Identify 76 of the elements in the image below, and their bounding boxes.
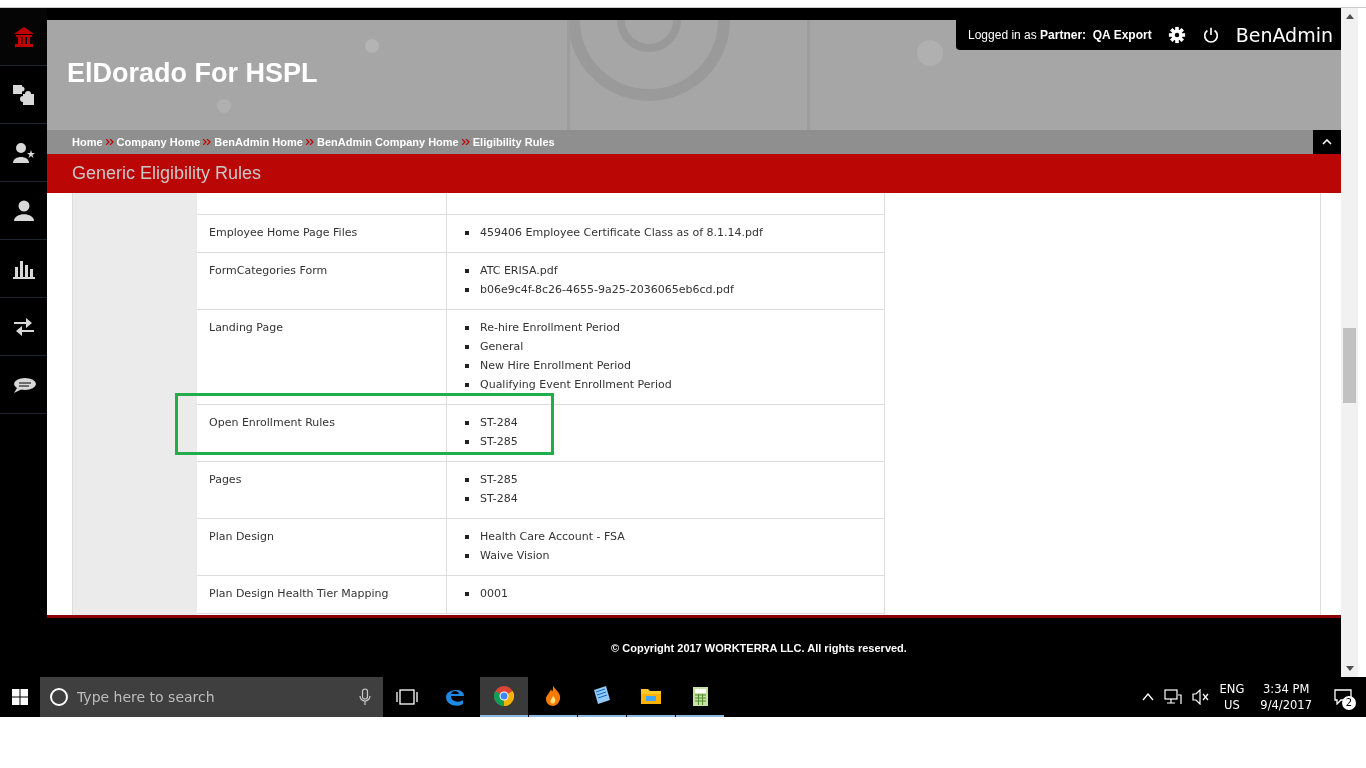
- rule-value: Health Care Account - FSA: [480, 530, 625, 543]
- bullet-icon: [465, 591, 469, 596]
- bullet-icon: [465, 553, 469, 558]
- rule-value: Qualifying Event Enrollment Period: [480, 378, 672, 391]
- bullet-icon: [465, 287, 469, 292]
- separator-icon: [305, 139, 314, 145]
- bullet-icon: [465, 382, 469, 387]
- language-button[interactable]: ENG US: [1219, 681, 1245, 713]
- person-star-icon: [11, 140, 36, 165]
- muted-speaker-icon[interactable]: [1191, 689, 1210, 705]
- rule-name: Plan Design Health Tier Mapping: [209, 587, 389, 600]
- search-box[interactable]: Type here to search: [40, 677, 383, 717]
- puzzle-icon: [11, 82, 36, 107]
- scroll-down-icon[interactable]: [1345, 666, 1354, 671]
- rule-value: ST-284: [480, 416, 518, 429]
- rule-value: Waive Vision: [480, 549, 550, 562]
- person-icon: [11, 198, 36, 223]
- bullet-icon: [465, 477, 469, 482]
- notification-icon: [1334, 689, 1352, 705]
- login-status: Logged in as Partner: QA Export: [968, 28, 1152, 42]
- rule-value: ST-285: [480, 435, 518, 448]
- breadcrumb-link[interactable]: Eligibility Rules: [472, 136, 555, 148]
- separator-icon: [461, 139, 470, 145]
- page-title: Generic Eligibility Rules: [72, 163, 262, 184]
- separator-icon: [203, 139, 212, 145]
- rule-name: Employee Home Page Files: [209, 226, 358, 239]
- power-icon[interactable]: [1201, 26, 1220, 44]
- caret-up-icon[interactable]: [1141, 693, 1154, 701]
- network-icon[interactable]: [1163, 689, 1182, 705]
- bullet-icon: [465, 230, 469, 235]
- search-field[interactable]: Type here to search: [75, 688, 353, 706]
- bullet-icon: [465, 363, 469, 368]
- rule-name: Pages: [209, 473, 242, 486]
- taskbar-app[interactable]: [480, 677, 528, 717]
- scroll-up-icon[interactable]: [1345, 14, 1354, 19]
- rule-value: New Hire Enrollment Period: [480, 359, 631, 372]
- bullet-icon: [465, 420, 469, 425]
- clock[interactable]: 3:34 PM 9/4/2017: [1254, 681, 1318, 713]
- scroll-thumb[interactable]: [1343, 328, 1356, 403]
- chrome-icon: [492, 684, 516, 708]
- rule-value: Re-hire Enrollment Period: [480, 321, 621, 334]
- site-title: ElDorado For HSPL: [66, 57, 318, 89]
- rule-name: Plan Design: [209, 530, 274, 543]
- microphone-icon[interactable]: [359, 688, 371, 706]
- copyright-text: © Copyright 2017 WORKTERRA LLC. All rights reserved.: [611, 641, 907, 654]
- search-icon: [49, 687, 69, 707]
- notification-count: 2: [1342, 696, 1356, 710]
- breadcrumb-link[interactable]: Home: [72, 136, 103, 148]
- rule-name: FormCategories Form: [209, 264, 328, 277]
- bullet-icon: [465, 268, 469, 273]
- rule-name: Open Enrollment Rules: [209, 416, 335, 429]
- bullet-icon: [465, 325, 469, 330]
- caret-icon: [1322, 139, 1332, 145]
- scrollbar[interactable]: [1341, 8, 1358, 677]
- settings-icon[interactable]: [1167, 26, 1186, 44]
- notifications-button[interactable]: 2: [1328, 682, 1358, 712]
- breadcrumb-link[interactable]: BenAdmin Company Home: [316, 136, 459, 148]
- rule-value: ATC ERISA.pdf: [480, 264, 558, 277]
- app-name: BenAdmin: [1235, 24, 1333, 46]
- bullet-icon: [465, 344, 469, 349]
- rule-name: Landing Page: [209, 321, 283, 334]
- collapse-button[interactable]: [1313, 130, 1341, 154]
- rule-value: General: [480, 340, 524, 353]
- bullet-icon: [465, 439, 469, 444]
- rule-value: ST-285: [480, 473, 518, 486]
- breadcrumb-link[interactable]: BenAdmin Home: [214, 136, 303, 148]
- breadcrumb-link[interactable]: Company Home: [116, 136, 201, 148]
- rule-value: ST-284: [480, 492, 518, 505]
- rule-value: b06e9c4f-8c26-4655-9a25-2036065eb6cd.pdf: [480, 283, 734, 296]
- rule-value: 0001: [480, 587, 508, 600]
- bullet-icon: [465, 534, 469, 539]
- rule-value: 459406 Employee Certificate Class as of 8.1.14.pdf: [480, 226, 763, 239]
- windows-icon: [12, 689, 28, 705]
- bullet-icon: [465, 496, 469, 501]
- separator-icon: [105, 139, 114, 145]
- task-view-icon: [396, 689, 418, 705]
